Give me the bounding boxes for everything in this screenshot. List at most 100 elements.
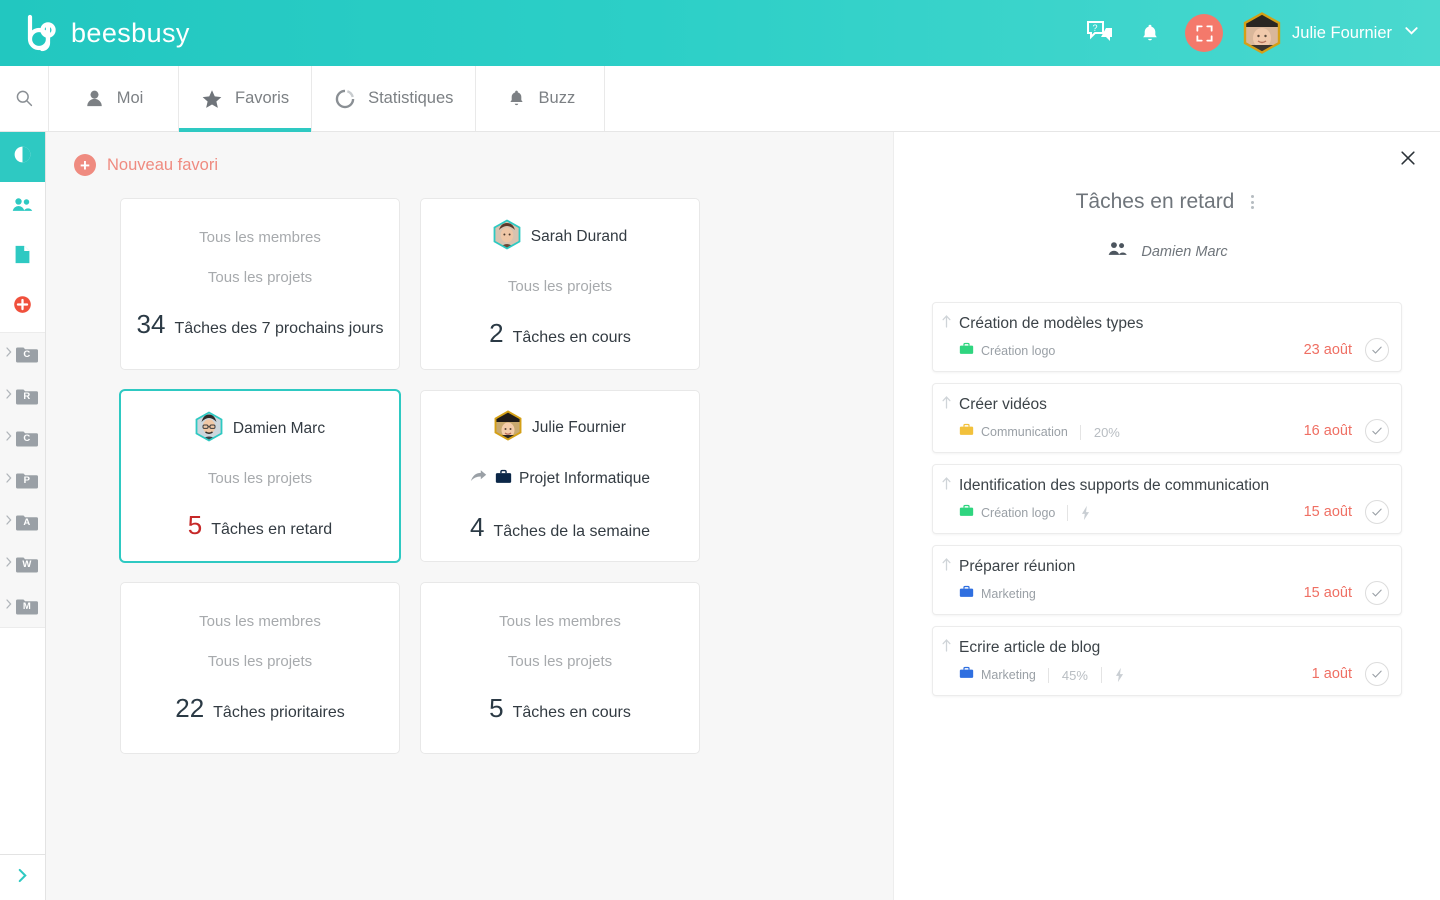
briefcase-icon — [959, 666, 974, 684]
card-count: 5 — [489, 692, 504, 723]
svg-text:?: ? — [1093, 23, 1098, 33]
favorite-card[interactable]: Tous les membres Tous les projets 34 Tâc… — [120, 198, 400, 370]
sidebar-folder-item[interactable]: R — [0, 375, 45, 417]
plus-circle-icon: + — [74, 154, 96, 176]
kebab-menu-icon[interactable] — [1247, 191, 1258, 213]
tab-buzz[interactable]: Buzz — [475, 66, 606, 131]
sidebar-item-add[interactable] — [0, 282, 45, 332]
card-count: 4 — [470, 511, 485, 542]
avatar — [195, 411, 223, 447]
sidebar-folder-item[interactable]: W — [0, 543, 45, 585]
sidebar-expand-button[interactable] — [0, 854, 45, 900]
favorite-card[interactable]: Julie Fournier Projet Informatique 4 Tâc… — [420, 390, 700, 562]
brand[interactable]: beesbusy — [22, 13, 190, 53]
tab-statistiques[interactable]: Statistiques — [311, 66, 475, 131]
favorites-content: + Nouveau favori Tous les membres Tous l… — [46, 132, 893, 900]
task-row[interactable]: Identification des supports de communica… — [932, 464, 1402, 534]
search-icon[interactable] — [0, 66, 48, 131]
card-project-name: Projet Informatique — [519, 469, 650, 487]
task-actions: 23 août — [1304, 338, 1389, 362]
sidebar-folder-item[interactable]: C — [0, 417, 45, 459]
task-project: Marketing — [959, 585, 1048, 603]
chat-help-icon[interactable]: ? — [1085, 18, 1115, 48]
task-complete-button[interactable] — [1365, 338, 1389, 362]
card-count-label: Tâches des 7 prochains jours — [174, 319, 384, 337]
card-count-row: 2 Tâches en cours — [489, 318, 631, 349]
card-member: Damien Marc — [195, 411, 325, 447]
sidebar-folder-item[interactable]: A — [0, 501, 45, 543]
folder-icon: P — [16, 472, 38, 489]
card-member: Julie Fournier — [494, 409, 626, 446]
favorite-card[interactable]: Sarah Durand Tous les projets 2 Tâches e… — [420, 198, 700, 370]
people-icon — [11, 195, 34, 220]
favorite-card-selected[interactable]: Damien Marc Tous les projets 5 Tâches en… — [120, 390, 400, 562]
chevron-down-icon[interactable] — [1403, 22, 1420, 44]
task-complete-button[interactable] — [1365, 581, 1389, 605]
sidebar-item-documents[interactable] — [0, 232, 45, 282]
sidebar-folder-item[interactable]: P — [0, 459, 45, 501]
notification-bell-icon[interactable] — [1135, 18, 1165, 48]
chevron-right-icon[interactable] — [5, 471, 13, 489]
card-count-row: 4 Tâches de la semaine — [470, 512, 650, 543]
briefcase-icon — [959, 504, 974, 522]
favorite-card[interactable]: Tous les membres Tous les projets 5 Tâch… — [420, 582, 700, 754]
tab-favoris[interactable]: Favoris — [178, 66, 312, 132]
card-member-name: Sarah Durand — [530, 228, 628, 245]
task-title: Ecrire article de blog — [959, 639, 1101, 656]
favorite-card[interactable]: Tous les membres Tous les projets 22 Tâc… — [120, 582, 400, 754]
chevron-right-icon[interactable] — [5, 513, 13, 531]
blocked-bolt-icon — [1100, 667, 1137, 683]
tab-label: Buzz — [538, 89, 576, 107]
task-complete-button[interactable] — [1365, 500, 1389, 524]
card-count-row: 5 Tâches en cours — [489, 693, 631, 724]
card-count: 34 — [136, 308, 166, 339]
card-count-label: Tâches en cours — [512, 329, 631, 346]
sidebar-item-members[interactable] — [0, 182, 45, 232]
card-count-row: 34 Tâches des 7 prochains jours — [137, 309, 384, 340]
tab-label: Favoris — [235, 89, 290, 107]
tab-label: Moi — [116, 89, 144, 107]
task-row[interactable]: Préparer réunion Marketing 15 août — [932, 545, 1402, 615]
task-list: Création de modèles types Création logo — [932, 302, 1402, 696]
task-actions: 16 août — [1304, 419, 1389, 443]
new-favorite-button[interactable]: + Nouveau favori — [74, 154, 218, 176]
folder-icon: M — [16, 598, 38, 615]
fullscreen-icon[interactable] — [1185, 14, 1224, 52]
task-row[interactable]: Ecrire article de blog Marketing 45% 1 a… — [932, 626, 1402, 696]
task-row[interactable]: Création de modèles types Création logo — [932, 302, 1402, 372]
card-scope-project: Tous les projets — [507, 652, 613, 670]
task-complete-button[interactable] — [1365, 662, 1389, 686]
chevron-right-icon[interactable] — [5, 597, 13, 615]
sidebar-folder-item[interactable]: C — [0, 333, 45, 375]
left-sidebar: C R C P A W M — [0, 132, 46, 900]
share-arrow-icon — [470, 469, 488, 489]
card-count-row: 22 Tâches prioritaires — [175, 693, 345, 724]
chevron-right-icon[interactable] — [5, 429, 13, 447]
favorite-cards-grid: Tous les membres Tous les projets 34 Tâc… — [120, 198, 893, 754]
card-scope-project: Tous les projets — [207, 268, 313, 286]
card-count: 2 — [489, 318, 504, 348]
panel-title: Tâches en retard — [1075, 190, 1235, 213]
sidebar-folder-item[interactable]: M — [0, 585, 45, 627]
sidebar-item-dashboard[interactable] — [0, 132, 45, 182]
tab-moi[interactable]: Moi — [48, 66, 178, 131]
folder-letter: C — [23, 348, 31, 360]
user-menu[interactable]: Julie Fournier — [1243, 12, 1420, 54]
close-icon[interactable] — [1396, 146, 1420, 170]
priority-up-arrow-icon — [941, 557, 952, 577]
folder-letter: W — [22, 558, 32, 570]
chevron-right-icon[interactable] — [5, 387, 13, 405]
card-scope-project: Tous les projets — [207, 470, 313, 487]
task-complete-button[interactable] — [1365, 419, 1389, 443]
chevron-right-icon[interactable] — [5, 555, 13, 573]
chevron-right-icon[interactable] — [5, 345, 13, 363]
folder-letter: P — [23, 474, 31, 486]
panel-member-name: Damien Marc — [1141, 243, 1228, 260]
panel-member-filter: Damien Marc — [894, 240, 1440, 263]
task-project-name: Marketing — [981, 668, 1036, 682]
task-row[interactable]: Créer vidéos Communication 20% 16 août — [932, 383, 1402, 453]
task-project-name: Communication — [981, 425, 1068, 439]
task-due-date: 15 août — [1303, 504, 1352, 520]
avatar — [493, 219, 521, 255]
priority-up-arrow-icon — [941, 638, 952, 658]
